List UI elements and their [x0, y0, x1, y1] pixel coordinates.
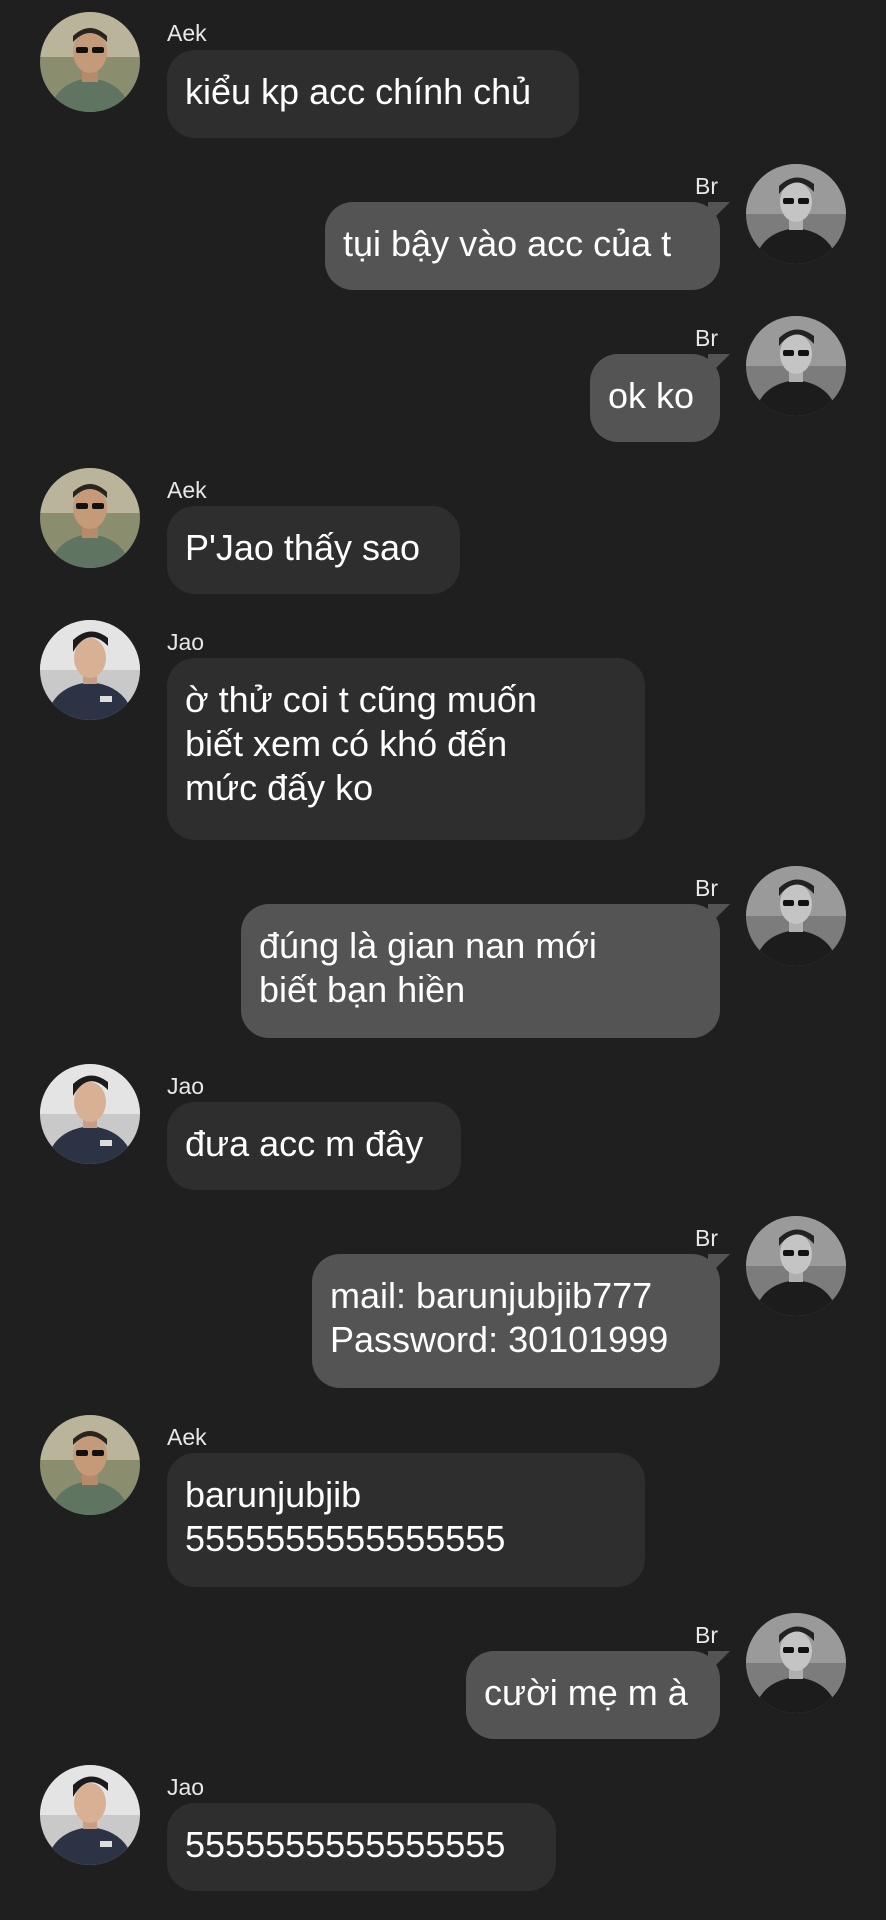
- sender-name: Jao: [167, 629, 205, 655]
- jao-avatar: [40, 620, 140, 720]
- sender-name: Br: [695, 875, 718, 901]
- sender-name: Br: [695, 173, 718, 199]
- aek-avatar: [40, 12, 140, 112]
- message-bubble[interactable]: mail: barunjubjib777 Password: 30101999: [312, 1254, 720, 1388]
- message-bubble[interactable]: đưa acc m đây: [167, 1102, 461, 1190]
- jao-avatar: [40, 1765, 140, 1865]
- message-bubble[interactable]: P'Jao thấy sao: [167, 506, 460, 594]
- avatar[interactable]: [746, 1216, 846, 1316]
- sender-name: Jao: [167, 1073, 205, 1099]
- sender-name: Aek: [167, 1424, 207, 1450]
- chat-thread: Aek kiểu kp acc chính chủ Br tụi bậy vào…: [0, 0, 886, 1920]
- jao-avatar: [40, 1064, 140, 1164]
- message-bubble[interactable]: ờ thử coi t cũng muốn biết xem có khó đế…: [167, 658, 645, 840]
- message-bubble[interactable]: barunjubjib 5555555555555555: [167, 1453, 645, 1587]
- message-bubble[interactable]: tụi bậy vào acc của t: [325, 202, 720, 290]
- avatar[interactable]: [746, 1613, 846, 1713]
- sender-name: Aek: [167, 20, 207, 46]
- sender-name: Br: [695, 1225, 718, 1251]
- avatar[interactable]: [40, 12, 140, 112]
- sender-name: Br: [695, 1622, 718, 1648]
- message-bubble[interactable]: kiểu kp acc chính chủ: [167, 50, 579, 138]
- avatar[interactable]: [40, 1415, 140, 1515]
- message-bubble[interactable]: ok ko: [590, 354, 720, 442]
- avatar[interactable]: [40, 1064, 140, 1164]
- sender-name: Aek: [167, 477, 207, 503]
- br-avatar: [746, 866, 846, 966]
- message-bubble[interactable]: đúng là gian nan mới biết bạn hiền: [241, 904, 720, 1038]
- sender-name: Jao: [167, 1774, 205, 1800]
- aek-avatar: [40, 468, 140, 568]
- message-bubble[interactable]: 5555555555555555: [167, 1803, 556, 1891]
- br-avatar: [746, 1613, 846, 1713]
- sender-name: Br: [695, 325, 718, 351]
- message-bubble[interactable]: cười mẹ m à: [466, 1651, 720, 1739]
- avatar[interactable]: [40, 620, 140, 720]
- avatar[interactable]: [746, 316, 846, 416]
- aek-avatar: [40, 1415, 140, 1515]
- avatar[interactable]: [40, 468, 140, 568]
- br-avatar: [746, 164, 846, 264]
- avatar[interactable]: [746, 866, 846, 966]
- avatar[interactable]: [40, 1765, 140, 1865]
- br-avatar: [746, 1216, 846, 1316]
- br-avatar: [746, 316, 846, 416]
- avatar[interactable]: [746, 164, 846, 264]
